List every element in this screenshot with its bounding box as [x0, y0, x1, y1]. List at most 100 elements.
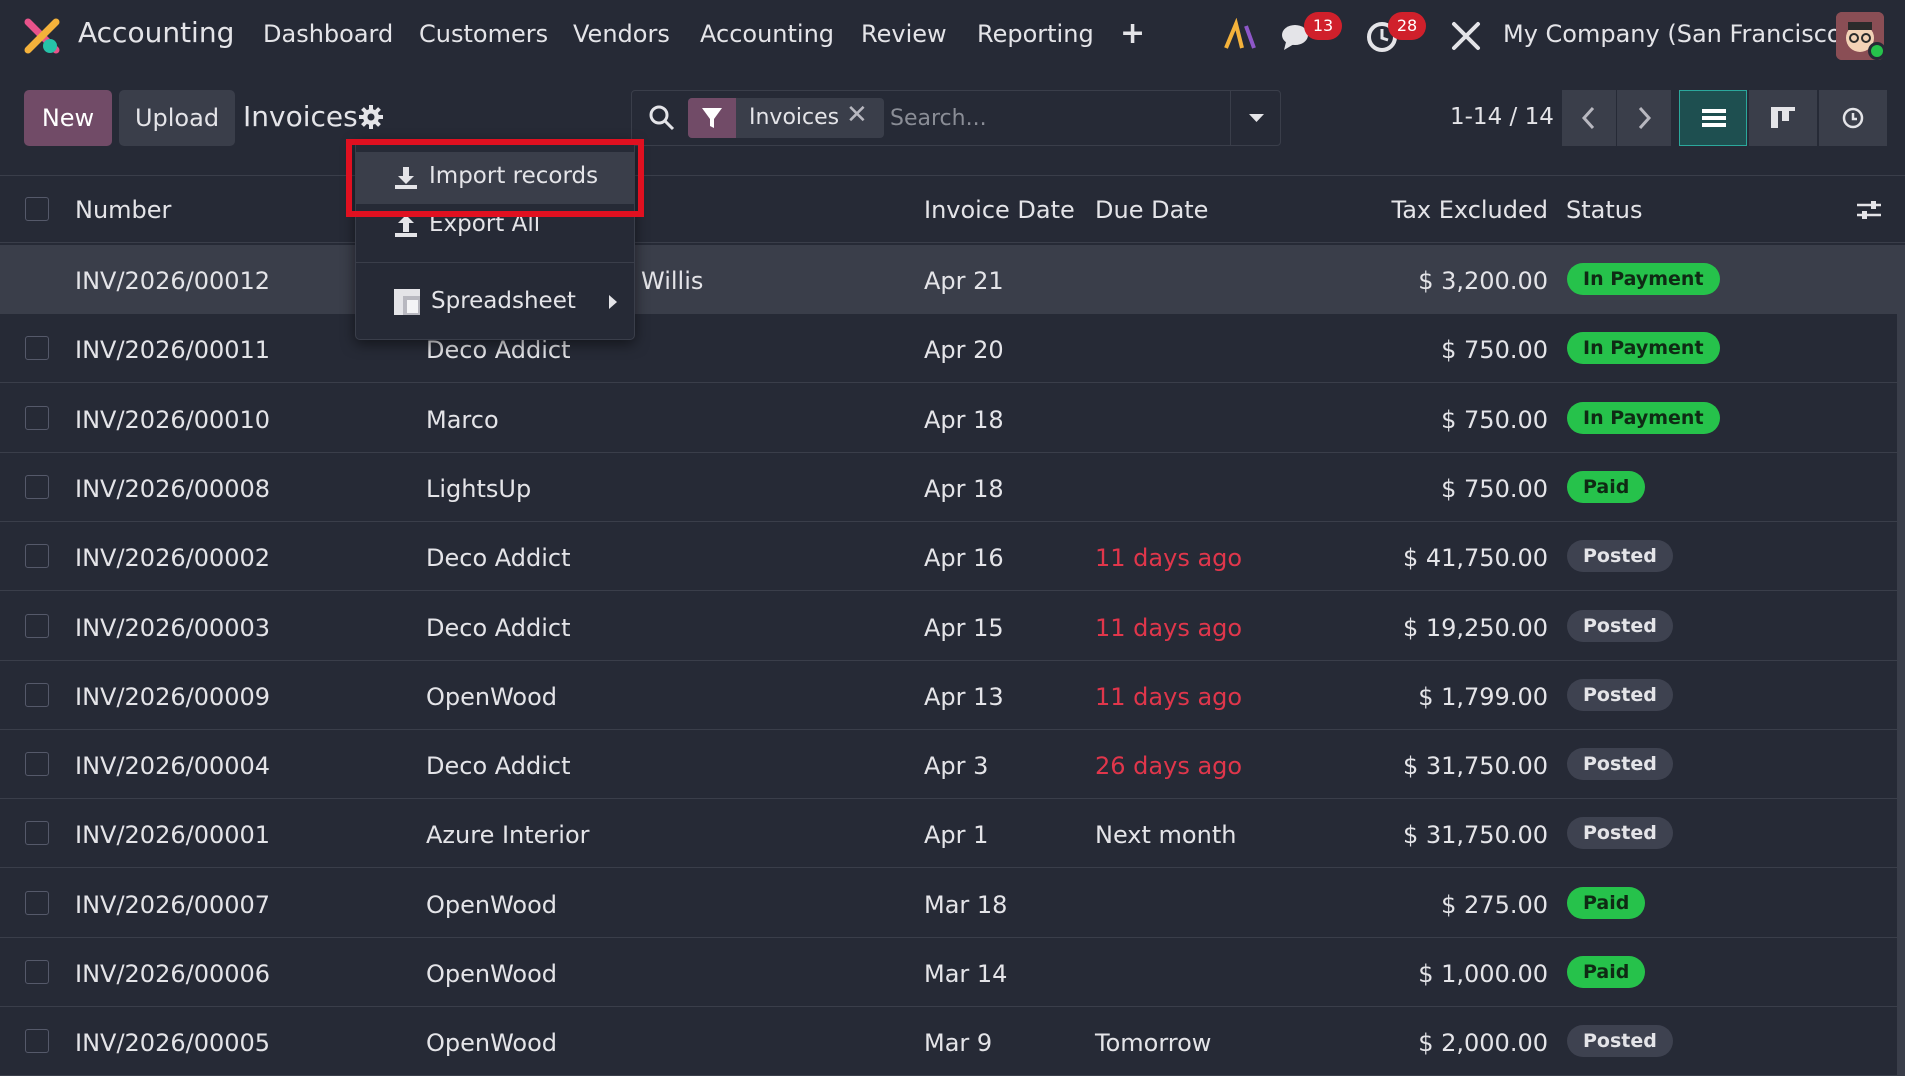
row-checkbox[interactable]	[25, 1029, 49, 1053]
invoice-number: INV/2026/00004	[75, 752, 271, 780]
upload-icon	[395, 215, 417, 237]
invoice-number: INV/2026/00009	[75, 683, 271, 711]
status-badge: Paid	[1567, 471, 1646, 503]
partner-name: OpenWood	[426, 683, 558, 711]
column-invoice-date[interactable]: Invoice Date	[924, 196, 1075, 224]
annotation-highlight-box	[346, 139, 644, 217]
list-view-button[interactable]	[1679, 90, 1747, 146]
partner-name: OpenWood	[426, 1029, 558, 1057]
company-switcher[interactable]: My Company (San Francisco)	[1503, 20, 1851, 48]
menu-accounting[interactable]: Accounting	[700, 20, 834, 48]
pager-value[interactable]: 1-14 / 14	[1450, 104, 1554, 130]
accounting-app-icon[interactable]	[22, 16, 62, 56]
row-checkbox[interactable]	[25, 821, 49, 845]
partner-name: Deco Addict	[426, 614, 571, 642]
due-date: 11 days ago	[1095, 544, 1243, 572]
partner-name: OpenWood	[426, 891, 558, 919]
status-badge: Paid	[1567, 887, 1646, 919]
settings-tools-icon[interactable]	[1448, 18, 1484, 54]
row-checkbox[interactable]	[25, 406, 49, 430]
row-checkbox[interactable]	[25, 614, 49, 638]
invoice-date: Apr 20	[924, 336, 1004, 364]
gear-icon[interactable]	[358, 104, 384, 130]
pager-previous-button[interactable]	[1562, 90, 1616, 146]
partner-name: OpenWood	[426, 960, 558, 988]
kanban-view-button[interactable]	[1749, 90, 1817, 146]
partner-name: Deco Addict	[426, 544, 571, 572]
status-badge: In Payment	[1567, 332, 1720, 364]
menu-reporting[interactable]: Reporting	[977, 20, 1094, 48]
column-due-date[interactable]: Due Date	[1095, 196, 1208, 224]
status-badge: Posted	[1567, 1025, 1673, 1057]
due-date: 11 days ago	[1095, 614, 1243, 642]
caret-right-icon	[609, 295, 617, 309]
invoice-date: Apr 18	[924, 406, 1004, 434]
remove-facet-icon[interactable]: ✕	[846, 100, 868, 130]
status-badge: Posted	[1567, 679, 1673, 711]
spreadsheet-item[interactable]: Spreadsheet	[355, 276, 635, 328]
column-tax-excluded[interactable]: Tax Excluded	[1350, 196, 1548, 224]
breadcrumb: Invoices	[243, 100, 358, 133]
clock-icon	[1842, 107, 1864, 129]
menu-dashboard[interactable]: Dashboard	[263, 20, 393, 48]
chevron-right-icon	[1638, 106, 1652, 130]
tax-excluded-amount: $ 19,250.00	[1402, 614, 1548, 642]
row-checkbox[interactable]	[25, 475, 49, 499]
row-checkbox[interactable]	[25, 683, 49, 707]
invoice-number: INV/2026/00003	[75, 614, 271, 642]
new-button[interactable]: New	[24, 90, 112, 146]
invoice-date: Apr 15	[924, 614, 1004, 642]
partner-name: Willis	[641, 267, 704, 295]
app-name[interactable]: Accounting	[78, 16, 234, 49]
menu-customers[interactable]: Customers	[419, 20, 548, 48]
tax-excluded-amount: $ 750.00	[1441, 406, 1548, 434]
row-checkbox[interactable]	[25, 960, 49, 984]
spreadsheet-icon	[394, 289, 420, 315]
optional-columns-icon[interactable]	[1855, 196, 1883, 224]
partner-name: Deco Addict	[426, 752, 571, 780]
tax-excluded-amount: $ 3,200.00	[1418, 267, 1548, 295]
ai-icon[interactable]	[1222, 18, 1258, 54]
status-badge: In Payment	[1567, 402, 1720, 434]
invoice-date: Mar 18	[924, 891, 1008, 919]
upload-button[interactable]: Upload	[119, 90, 235, 146]
row-checkbox[interactable]	[25, 752, 49, 776]
invoice-date: Mar 14	[924, 960, 1008, 988]
tax-excluded-amount: $ 31,750.00	[1402, 752, 1548, 780]
row-checkbox[interactable]	[25, 891, 49, 915]
spreadsheet-label: Spreadsheet	[431, 288, 576, 314]
search-input[interactable]	[890, 100, 1230, 136]
tax-excluded-amount: $ 1,000.00	[1418, 960, 1548, 988]
invoice-number: INV/2026/00007	[75, 891, 271, 919]
partner-name: Azure Interior	[426, 821, 590, 849]
row-checkbox[interactable]	[25, 336, 49, 360]
invoice-date: Apr 1	[924, 821, 989, 849]
kanban-icon	[1771, 107, 1795, 128]
invoice-date: Apr 16	[924, 544, 1004, 572]
filter-icon	[688, 98, 736, 138]
invoice-number: INV/2026/00002	[75, 544, 271, 572]
tax-excluded-amount: $ 1,799.00	[1418, 683, 1548, 711]
search-icon	[649, 105, 675, 131]
scrollbar[interactable]	[1897, 245, 1905, 1076]
tax-excluded-amount: $ 31,750.00	[1402, 821, 1548, 849]
column-status[interactable]: Status	[1566, 196, 1642, 224]
due-date: 26 days ago	[1095, 752, 1243, 780]
pager-next-button[interactable]	[1617, 90, 1671, 146]
select-all-checkbox[interactable]	[25, 197, 49, 221]
invoice-date: Mar 9	[924, 1029, 993, 1057]
status-badge: In Payment	[1567, 263, 1720, 295]
chevron-down-icon	[1249, 114, 1264, 122]
invoice-date: Apr 21	[924, 267, 1004, 295]
invoice-date: Apr 3	[924, 752, 989, 780]
activities-badge: 28	[1388, 12, 1426, 40]
add-menu-icon[interactable]: +	[1120, 16, 1145, 51]
chevron-left-icon	[1581, 106, 1595, 130]
row-checkbox[interactable]	[25, 544, 49, 568]
status-badge: Paid	[1567, 956, 1646, 988]
activity-view-button[interactable]	[1819, 90, 1887, 146]
column-number[interactable]: Number	[75, 196, 171, 224]
menu-review[interactable]: Review	[861, 20, 947, 48]
search-options-toggle[interactable]	[1230, 90, 1281, 146]
menu-vendors[interactable]: Vendors	[573, 20, 670, 48]
